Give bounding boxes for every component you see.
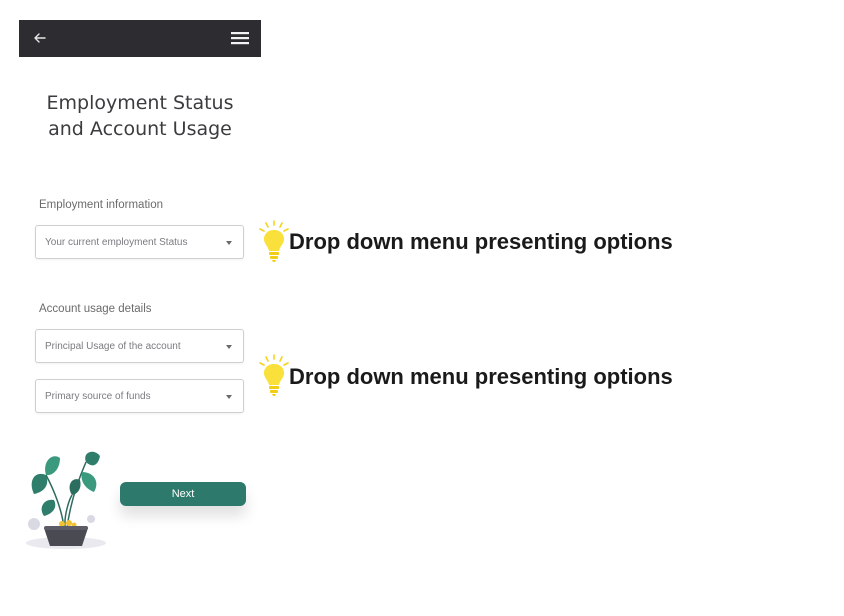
employment-status-dropdown[interactable]: Your current employment Status — [35, 225, 244, 259]
next-button[interactable]: Next — [120, 482, 246, 506]
account-usage-dropdown[interactable]: Principal Usage of the account — [35, 329, 244, 363]
source-of-funds-dropdown[interactable]: Primary source of funds — [35, 379, 244, 413]
employment-status-placeholder: Your current employment Status — [45, 237, 188, 248]
annotation-text-1: Drop down menu presenting options — [289, 229, 673, 254]
plant-illustration — [26, 451, 106, 549]
lightbulb-icon — [259, 220, 289, 262]
caret-down-icon — [226, 395, 232, 399]
page-title-line-2: and Account Usage — [48, 118, 232, 140]
employment-section-label: Employment information — [39, 199, 163, 211]
caret-down-icon — [226, 345, 232, 349]
hamburger-menu-icon[interactable] — [231, 31, 249, 45]
annotation-text-2: Drop down menu presenting options — [289, 364, 673, 389]
lightbulb-icon — [259, 354, 289, 396]
source-of-funds-placeholder: Primary source of funds — [45, 391, 151, 402]
arrow-left-icon[interactable] — [32, 30, 48, 46]
account-section-label: Account usage details — [39, 303, 152, 315]
page-title: Employment Status and Account Usage — [20, 90, 260, 142]
page-title-line-1: Employment Status — [46, 92, 234, 114]
account-usage-placeholder: Principal Usage of the account — [45, 341, 181, 352]
top-app-bar — [19, 20, 261, 57]
caret-down-icon — [226, 241, 232, 245]
